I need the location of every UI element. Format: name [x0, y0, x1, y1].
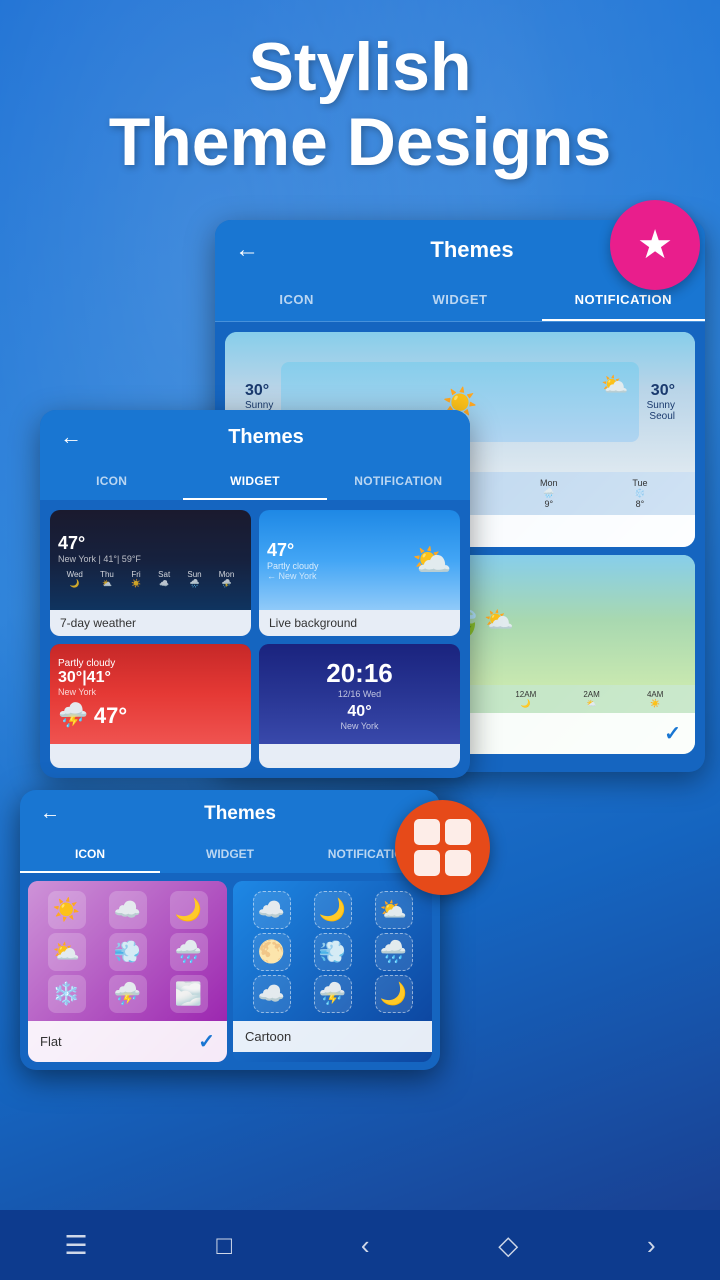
nav-back-icon[interactable]: ‹ — [361, 1230, 370, 1261]
tab-icon-back[interactable]: ICON — [215, 280, 378, 321]
grid-item-7day-label: 7-day weather — [50, 610, 251, 636]
cartoon-icon-partly: ⛅ — [375, 891, 413, 929]
grid-item-live[interactable]: 47° Partly cloudy ← New York ⛅ Live back… — [259, 510, 460, 636]
cartoon-icon-crescent: 🌙 — [375, 975, 413, 1013]
theme-cartoon-label: Cartoon — [233, 1021, 432, 1052]
weather-icon-wind: 💨 — [109, 933, 147, 971]
checkmark-hourly: ✓ — [664, 721, 681, 746]
panel-widget-title: Themes — [82, 426, 450, 449]
page-title: Stylish Theme Designs — [0, 30, 720, 180]
nav-home-icon[interactable]: □ — [216, 1230, 232, 1261]
cartoon-icon-cloud2: ☁️ — [253, 975, 291, 1013]
weather-icon-partly: ⛅ — [48, 933, 86, 971]
back-arrow-icon[interactable]: ← — [40, 802, 60, 825]
nav-forward-icon[interactable]: › — [647, 1230, 656, 1261]
cartoon-icon-rain: 🌧️ — [375, 933, 413, 971]
fab-grid-icon — [414, 819, 471, 876]
weather-icon-fog: 🌫️ — [170, 975, 208, 1013]
tab-widget-front[interactable]: WIDGET — [160, 837, 300, 873]
weather-icon-rain: 🌧️ — [170, 933, 208, 971]
theme-flat-label: Flat ✓ — [28, 1021, 227, 1062]
tab-widget-mid[interactable]: WIDGET — [183, 464, 326, 500]
badge-button[interactable]: ★ — [610, 200, 700, 290]
panel-icon: ← Themes ICON WIDGET NOTIFICATION ☀️ ☁️ … — [20, 790, 440, 1070]
grid-item-7day[interactable]: 47° New York | 41°| 59°F Wed🌙 Thu⛅ Fri☀️… — [50, 510, 251, 636]
nav-menu-icon[interactable]: ☰ — [64, 1230, 87, 1261]
cartoon-icon-sun: 🌕 — [253, 933, 291, 971]
tab-notification-back[interactable]: NOTIFICATION — [542, 280, 705, 321]
weather-icon-thunder: ⛈️ — [109, 975, 147, 1013]
back-arrow-notification[interactable]: ← — [235, 236, 259, 264]
weather-icon-sun: ☀️ — [48, 891, 86, 929]
nav-recents-icon[interactable]: ◇ — [498, 1230, 518, 1261]
weather-icon-cloud: ☁️ — [109, 891, 147, 929]
tab-icon-mid[interactable]: ICON — [40, 464, 183, 500]
grid-item-red[interactable]: Partly cloudy 30°|41° New York ⛈️ 47° — [50, 644, 251, 768]
grid-item-live-label: Live background — [259, 610, 460, 636]
weather-icon-moon: 🌙 — [170, 891, 208, 929]
grid-item-clock-label — [259, 744, 460, 768]
grid-item-red-label — [50, 744, 251, 768]
theme-card-cartoon[interactable]: ☁️ 🌙 ⛅ 🌕 💨 🌧️ ☁️ ⛈️ 🌙 Cartoon — [233, 881, 432, 1062]
fab-grid-button[interactable] — [395, 800, 490, 895]
cartoon-icon-wind: 💨 — [314, 933, 352, 971]
bottom-navigation: ☰ □ ‹ ◇ › — [0, 1210, 720, 1280]
panel-icon-title: Themes — [60, 803, 420, 825]
panel-widget: ← Themes ICON WIDGET NOTIFICATION 47° Ne… — [40, 410, 470, 778]
cartoon-icon-moon: 🌙 — [314, 891, 352, 929]
tab-icon-front[interactable]: ICON — [20, 837, 160, 873]
cartoon-icon-thunder: ⛈️ — [314, 975, 352, 1013]
grid-item-clock[interactable]: 20:16 12/16 Wed 40° New York — [259, 644, 460, 768]
checkmark-flat: ✓ — [198, 1029, 215, 1054]
back-arrow-widget[interactable]: ← — [60, 424, 82, 450]
cartoon-icon-cloud1: ☁️ — [253, 891, 291, 929]
star-icon: ★ — [637, 222, 673, 268]
theme-card-flat[interactable]: ☀️ ☁️ 🌙 ⛅ 💨 🌧️ ❄️ ⛈️ 🌫️ Flat ✓ — [28, 881, 227, 1062]
weather-icon-snow: ❄️ — [48, 975, 86, 1013]
tab-widget-back[interactable]: WIDGET — [378, 280, 541, 321]
tab-notification-mid[interactable]: NOTIFICATION — [327, 464, 470, 500]
